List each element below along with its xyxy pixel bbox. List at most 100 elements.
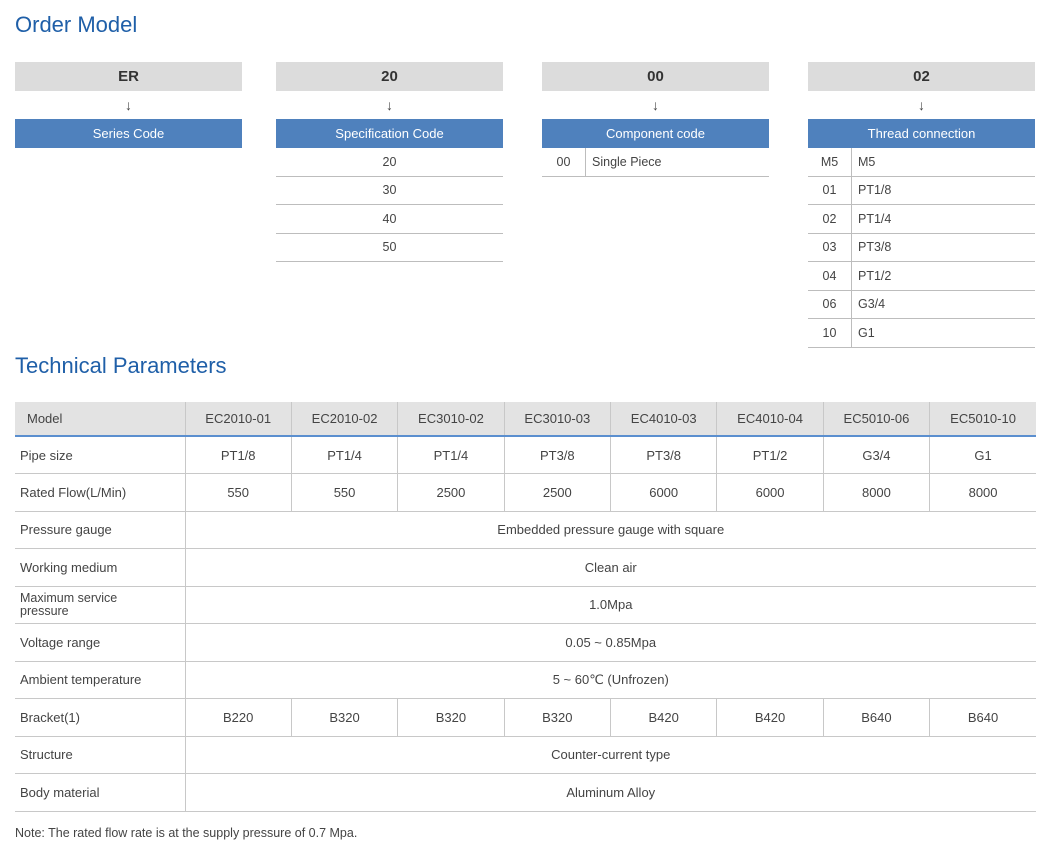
table-cell: G3/4 — [822, 436, 930, 474]
list-item: 02 PT1/4 — [808, 205, 1035, 234]
table-row: Bracket(1) B220 B320 B320 B320 B420 B420 B640 B6… — [15, 698, 1036, 737]
header-cell-model-number: EC5010-10 — [929, 402, 1036, 437]
list-item: 50 — [276, 234, 503, 262]
list-item: 40 — [276, 205, 503, 234]
table-row: Body material Aluminum Alloy — [15, 773, 1036, 812]
table-row: Pipe size PT1/8 PT1/4 PT1/4 PT3/8 PT3/8 PT1/2 G… — [15, 436, 1036, 474]
order-code-box: 20 — [276, 62, 503, 91]
table-cell: PT1/2 — [716, 436, 824, 474]
table-cell: PT1/4 — [397, 436, 505, 474]
option-description: G3/4 — [858, 297, 886, 312]
order-code-box: ER — [15, 62, 242, 91]
table-cell: 6000 — [716, 473, 824, 512]
table-cell: B640 — [822, 698, 930, 737]
row-label: Structure — [15, 736, 185, 774]
row-label: Voltage range — [15, 623, 185, 662]
table-row: Rated Flow(L/Min) 550 550 2500 2500 6000 6000 8… — [15, 473, 1036, 512]
table-cell: 8000 — [929, 473, 1036, 512]
table-cell: 550 — [290, 473, 398, 512]
arrow-down-icon: ↓ — [918, 97, 925, 113]
table-cell: PT1/8 — [184, 436, 292, 474]
arrow-down-icon: ↓ — [125, 97, 132, 113]
table-cell: B320 — [397, 698, 505, 737]
header-cell-model-number: EC3010-02 — [397, 402, 505, 437]
table-cell: 550 — [184, 473, 292, 512]
spanning-cell: 5 ~ 60℃ (Unfrozen) — [184, 661, 1036, 699]
row-label: Rated Flow(L/Min) — [15, 473, 185, 512]
table-cell: B420 — [716, 698, 824, 737]
table-cell: B640 — [929, 698, 1036, 737]
option-code: 00 — [542, 148, 586, 176]
list-item: 20 — [276, 148, 503, 177]
option-description: Single Piece — [592, 154, 662, 169]
order-column: 00 ↓ Component code 00 Single Piece — [542, 62, 769, 177]
order-code-label: Specification Code — [276, 119, 503, 148]
order-column: 20 ↓ Specification Code 20 30 40 50 — [276, 62, 503, 262]
row-label: Pipe size — [15, 436, 185, 474]
table-cell: B420 — [609, 698, 717, 737]
order-column: 02 ↓ Thread connection M5 M5 01 PT1/8 02 PT1/4 03… — [808, 62, 1035, 348]
table-row: Working medium Clean air — [15, 548, 1036, 587]
option-code: M5 — [808, 148, 852, 176]
table-cell: B320 — [503, 698, 611, 737]
table-row: Ambient temperature 5 ~ 60℃ (Unfrozen) — [15, 661, 1036, 699]
arrow-down-icon: ↓ — [652, 97, 659, 113]
header-cell-model-number: EC4010-03 — [609, 402, 717, 437]
table-cell: 2500 — [503, 473, 611, 512]
row-label: Maximum service pressure — [15, 586, 185, 624]
table-cell: B220 — [184, 698, 292, 737]
spanning-cell: Counter-current type — [184, 736, 1036, 774]
spanning-cell: Aluminum Alloy — [184, 773, 1036, 812]
table-cell: PT3/8 — [609, 436, 717, 474]
header-cell-model: Model — [15, 402, 185, 437]
option-code: 01 — [808, 176, 852, 204]
option-code: 02 — [808, 205, 852, 233]
table-cell: B320 — [290, 698, 398, 737]
table-row: Voltage range 0.05 ~ 0.85Mpa — [15, 623, 1036, 662]
list-item: 30 — [276, 177, 503, 205]
order-column: ER ↓ Series Code — [15, 62, 242, 148]
option-description: 30 — [382, 183, 397, 198]
option-code: 04 — [808, 262, 852, 290]
list-item: 10 G1 — [808, 319, 1035, 348]
spanning-cell: 1.0Mpa — [184, 586, 1036, 624]
row-label: Body material — [15, 773, 185, 812]
list-item: 01 PT1/8 — [808, 176, 1035, 205]
table-row: Structure Counter-current type — [15, 736, 1036, 774]
order-code-box: 00 — [542, 62, 769, 91]
option-description: G1 — [858, 325, 875, 340]
row-label: Bracket(1) — [15, 698, 185, 737]
order-code-label: Component code — [542, 119, 769, 148]
table-cell: 6000 — [609, 473, 717, 512]
spanning-cell: 0.05 ~ 0.85Mpa — [184, 623, 1036, 662]
table-cell: 8000 — [822, 473, 930, 512]
list-item: 03 PT3/8 — [808, 233, 1035, 262]
table-cell: G1 — [929, 436, 1036, 474]
option-description: PT1/4 — [858, 211, 892, 226]
row-label: Ambient temperature — [15, 661, 185, 699]
option-description: 20 — [382, 154, 397, 169]
arrow-down-icon: ↓ — [386, 97, 393, 113]
table-header-row: Model EC2010-01 EC2010-02 EC3010-02 EC3010-0… — [15, 402, 1036, 437]
option-description: 40 — [382, 211, 397, 226]
technical-parameters-table: Model EC2010-01 EC2010-02 EC3010-02 EC3010-0… — [15, 402, 1036, 812]
table-cell: PT1/4 — [290, 436, 398, 474]
list-item: 06 G3/4 — [808, 290, 1035, 319]
option-description: PT1/8 — [858, 183, 892, 198]
table-row: Maximum service pressure 1.0Mpa — [15, 586, 1036, 624]
table-cell: PT3/8 — [503, 436, 611, 474]
header-cell-model-number: EC3010-03 — [503, 402, 611, 437]
option-description: PT1/2 — [858, 268, 892, 283]
header-cell-model-number: EC5010-06 — [822, 402, 930, 437]
list-item: 00 Single Piece — [542, 148, 769, 177]
option-description: M5 — [858, 154, 876, 169]
order-code-label: Thread connection — [808, 119, 1035, 148]
technical-parameters-title: Technical Parameters — [15, 353, 227, 378]
row-label: Pressure gauge — [15, 511, 185, 549]
row-label: Working medium — [15, 548, 185, 587]
header-cell-model-number: EC4010-04 — [716, 402, 824, 437]
option-code: 10 — [808, 319, 852, 347]
table-row: Pressure gauge Embedded pressure gauge wi… — [15, 511, 1036, 549]
table-note: Note: The rated flow rate is at the supp… — [15, 826, 358, 840]
order-code-box: 02 — [808, 62, 1035, 91]
